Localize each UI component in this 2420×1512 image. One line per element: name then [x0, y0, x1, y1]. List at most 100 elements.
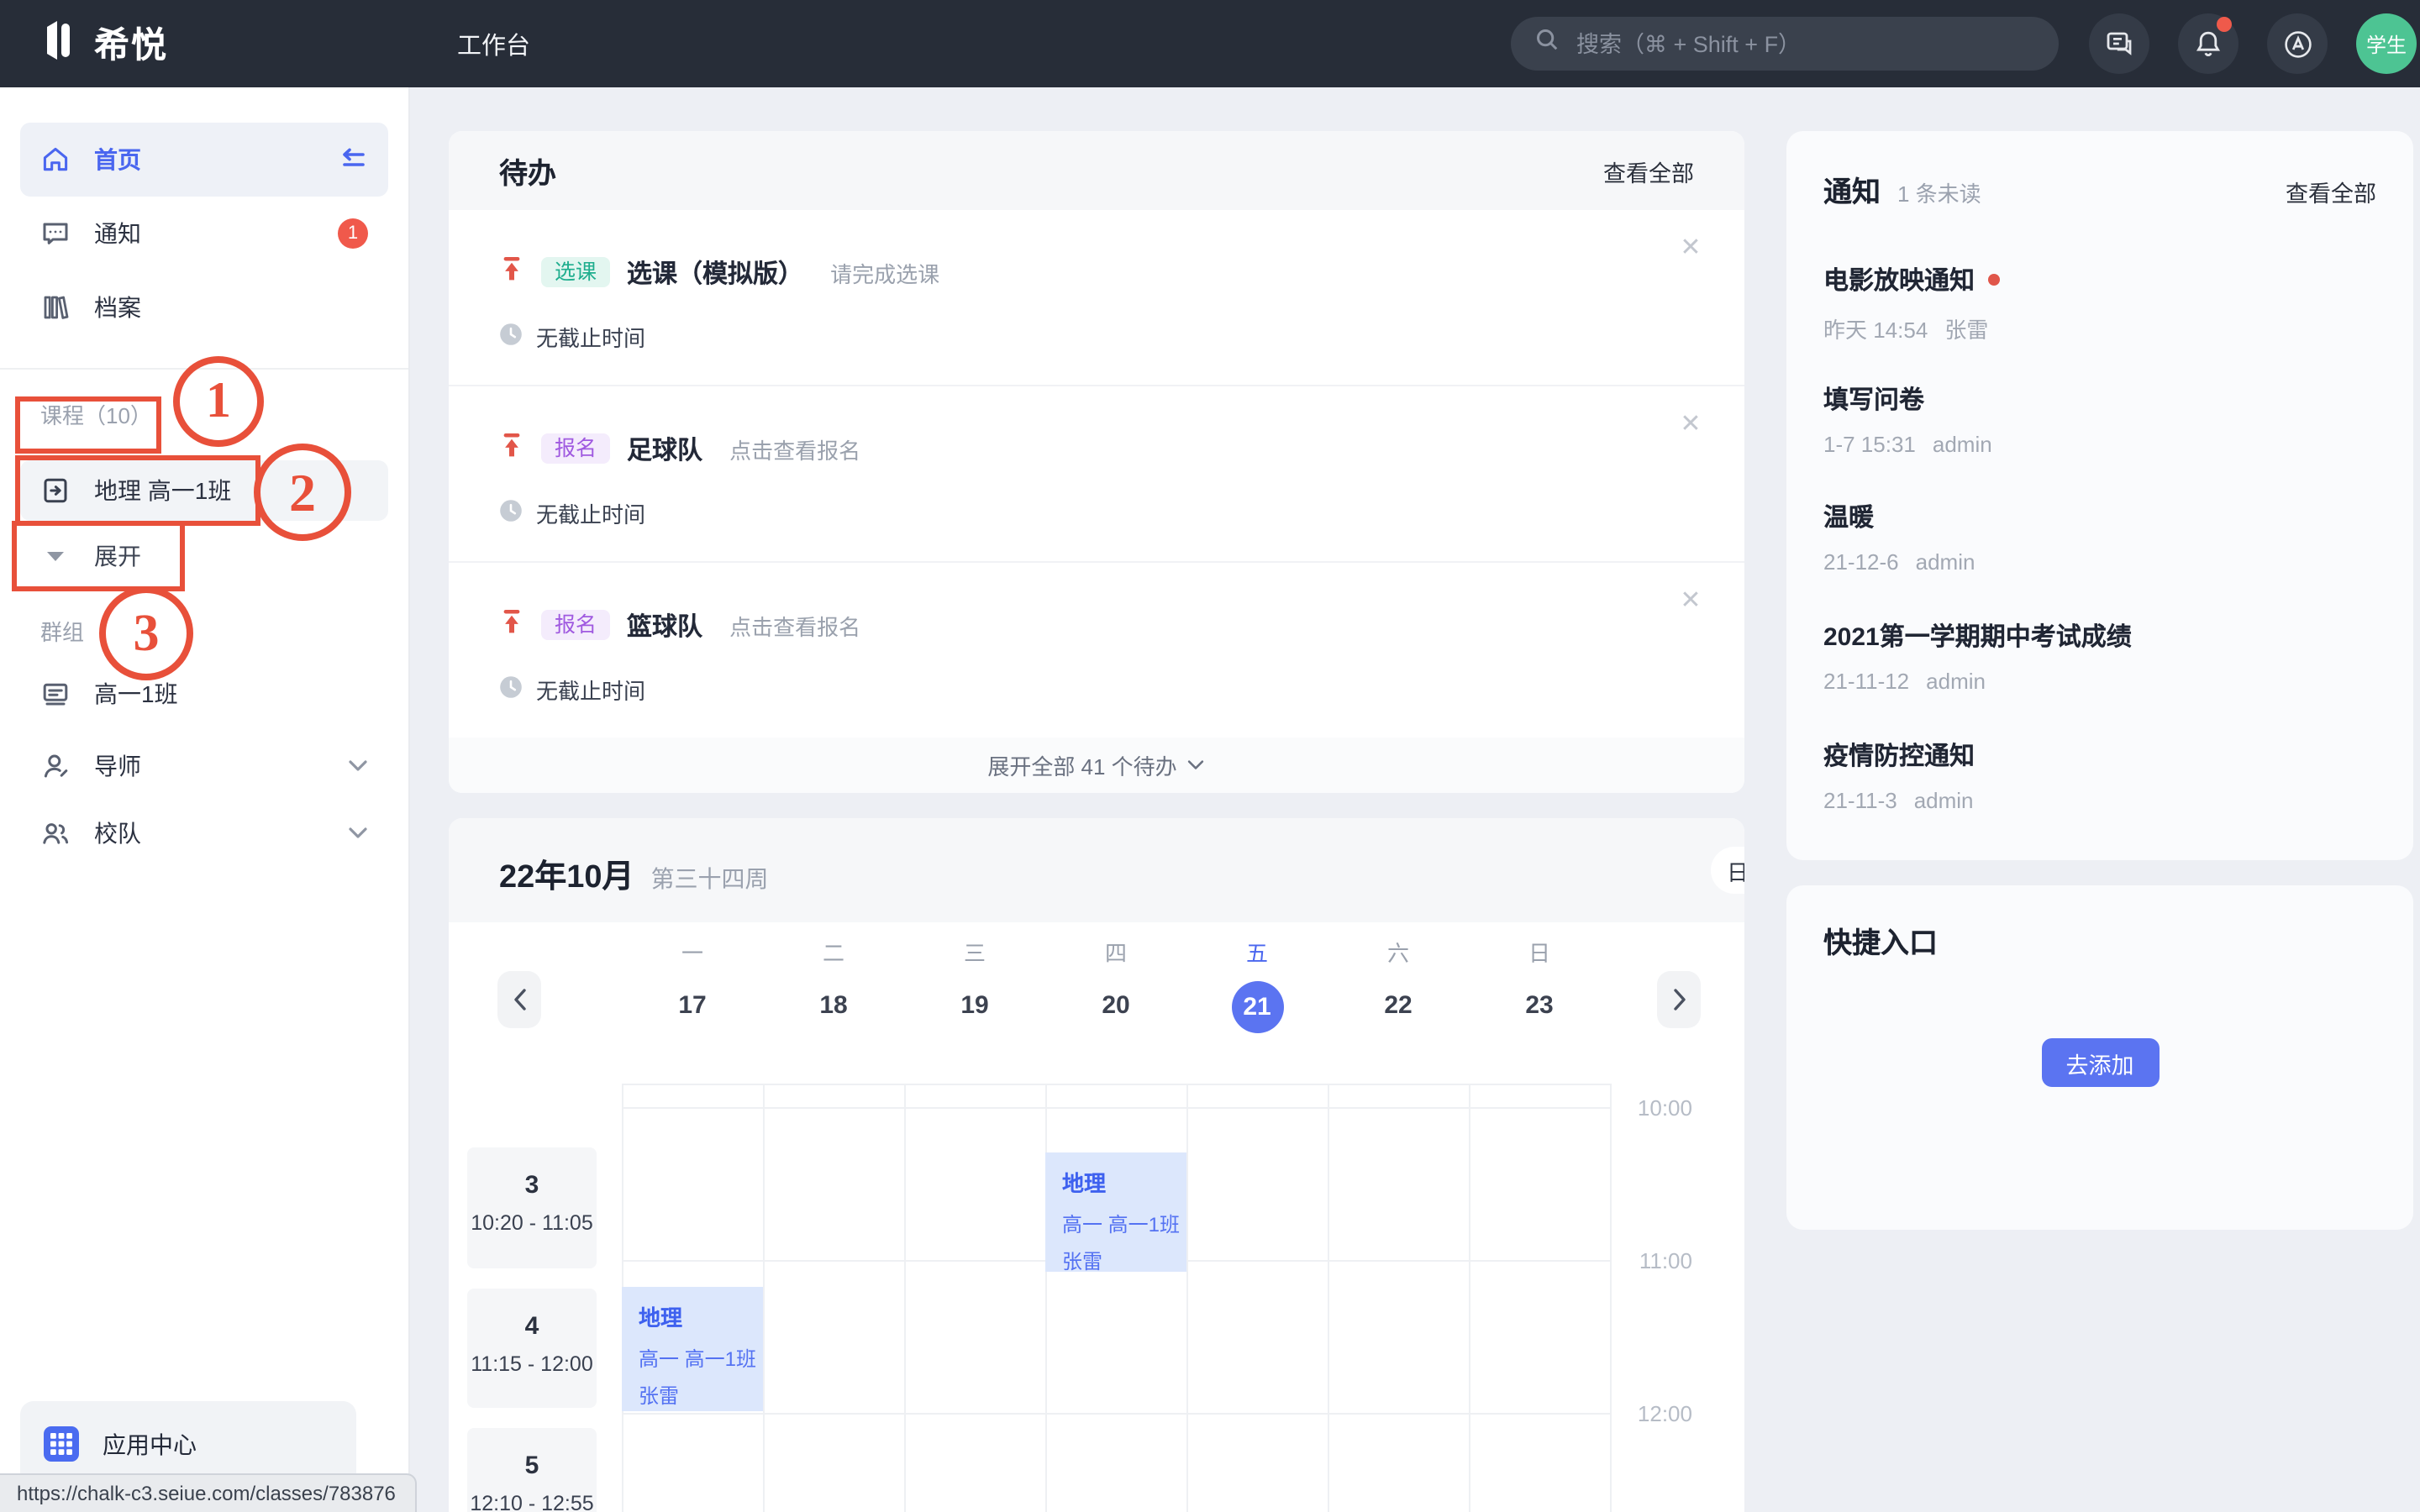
dow-label: 二	[763, 936, 904, 968]
todo-item-1[interactable]: 选课 选课（模拟版） 请完成选课 ✕ 无截止时间	[449, 210, 1744, 386]
date-label: 22	[1328, 991, 1469, 1020]
app-root: 希悦 工作台 学生	[0, 0, 2420, 1512]
language-button[interactable]	[2267, 13, 2328, 74]
notification-author: admin	[1916, 549, 1975, 575]
annotation-circle-2: 2	[254, 444, 351, 541]
shortcuts-card: 快捷入口 去添加	[1786, 885, 2413, 1230]
sidebar-item-group-class1-label: 高一1班	[94, 677, 178, 711]
prev-week-button[interactable]	[497, 971, 541, 1028]
calendar-event-geo-thu[interactable]: 地理 高一 高一1班 张雷	[1045, 1152, 1186, 1272]
sidebar-item-notice-label: 通知	[94, 217, 141, 250]
todo-item-2[interactable]: 报名 足球队 点击查看报名 ✕ 无截止时间	[449, 386, 1744, 563]
todo-item-desc: 请完成选课	[830, 256, 939, 288]
notification-title: 填写问卷	[1823, 381, 1924, 417]
day-col-sun[interactable]: 日 23	[1469, 936, 1610, 1020]
add-shortcut-button[interactable]: 去添加	[2041, 1038, 2159, 1087]
sidebar-item-notice[interactable]: 通知 1	[20, 200, 388, 267]
team-chevron-down-icon[interactable]	[348, 827, 368, 840]
todo-tag: 报名	[541, 433, 610, 465]
pin-icon	[499, 607, 524, 643]
sidebar-item-group-class1[interactable]: 高一1班	[20, 664, 388, 724]
dow-label: 五	[1186, 936, 1328, 968]
day-col-mon[interactable]: 一 17	[622, 936, 763, 1020]
notification-title: 温暖	[1823, 499, 1874, 534]
notification-item-2[interactable]: 填写问卷 1-7 15:31 admin	[1823, 381, 2376, 472]
search-input[interactable]	[1573, 29, 2035, 58]
grid-line	[904, 1084, 906, 1512]
tab-workspace[interactable]: 工作台	[457, 0, 530, 87]
search-icon	[1534, 27, 1560, 60]
notification-time: 21-11-12	[1823, 669, 1909, 694]
grid-line	[1328, 1084, 1329, 1512]
collapse-sidebar-icon[interactable]	[334, 146, 368, 173]
notification-item-1[interactable]: 电影放映通知 昨天 14:54 张雷	[1823, 262, 2376, 353]
date-label: 20	[1045, 991, 1186, 1020]
day-col-fri-today[interactable]: 五 21	[1186, 936, 1328, 1033]
calendar-header: 22年10月 第三十四周 日 周 校历 导出 创建	[449, 818, 1744, 922]
notification-item-5[interactable]: 疫情防控通知 21-11-3 admin	[1823, 738, 2376, 828]
day-col-tue[interactable]: 二 18	[763, 936, 904, 1020]
notification-item-3[interactable]: 温暖 21-12-6 admin	[1823, 499, 2376, 590]
annotation-number-2: 2	[289, 461, 316, 523]
mentor-person-icon	[40, 751, 71, 781]
team-people-icon	[40, 818, 71, 848]
notification-time: 21-11-3	[1823, 788, 1897, 813]
topbar: 希悦 工作台 学生	[0, 0, 2420, 87]
next-week-button[interactable]	[1657, 971, 1701, 1028]
notification-time: 昨天 14:54	[1823, 312, 1928, 344]
annotation-box-courses	[15, 396, 161, 454]
brand-logo-icon	[44, 18, 81, 70]
close-icon[interactable]: ✕	[1674, 583, 1707, 617]
grid-line	[622, 1107, 1610, 1109]
annotation-circle-3: 3	[99, 586, 193, 680]
period-number: 3	[467, 1171, 597, 1200]
todo-item-title: 篮球队	[627, 607, 702, 643]
period-number: 4	[467, 1312, 597, 1341]
todo-view-all-link[interactable]: 查看全部	[1603, 154, 1694, 187]
period-time: 10:20 - 11:05	[467, 1211, 597, 1235]
mentor-chevron-down-icon[interactable]	[348, 759, 368, 773]
pin-icon	[499, 255, 524, 290]
notification-title: 疫情防控通知	[1823, 738, 1975, 773]
brand-logo-text: 希悦	[94, 18, 168, 69]
todo-expand-all-button[interactable]: 展开全部 41 个待办	[449, 738, 1744, 793]
annotation-circle-1: 1	[173, 356, 264, 447]
brand-logo[interactable]: 希悦	[44, 0, 168, 87]
grid-line	[622, 1413, 1610, 1415]
annotation-box-expand	[12, 521, 185, 591]
todo-item-3[interactable]: 报名 篮球队 点击查看报名 ✕ 无截止时间	[449, 563, 1744, 738]
close-icon[interactable]: ✕	[1674, 407, 1707, 440]
avatar[interactable]: 学生	[2356, 13, 2417, 74]
grid-line	[1186, 1084, 1188, 1512]
notifications-button[interactable]	[2178, 13, 2238, 74]
notice-badge: 1	[338, 218, 368, 249]
sidebar-item-mentor[interactable]: 导师	[20, 732, 388, 800]
day-col-wed[interactable]: 三 19	[904, 936, 1045, 1020]
messages-button[interactable]	[2089, 13, 2149, 74]
sidebar-item-home[interactable]: 首页	[20, 123, 388, 197]
notifications-view-all-link[interactable]: 查看全部	[2286, 175, 2376, 208]
event-teacher: 张雷	[1062, 1247, 1180, 1275]
sidebar-item-archive[interactable]: 档案	[20, 274, 388, 341]
calendar-event-geo-mon[interactable]: 地理 高一 高一1班 张雷	[622, 1287, 763, 1411]
view-day-option[interactable]: 日	[1713, 848, 1744, 893]
todo-card: 待办 查看全部 选课 选课（模拟版） 请完成选课 ✕ 无截止时间	[449, 131, 1744, 793]
chevron-down-icon	[1187, 759, 1206, 771]
notification-author: admin	[1914, 788, 1974, 813]
notification-author: 张雷	[1944, 312, 1988, 344]
notification-item-4[interactable]: 2021第一学期期中考试成绩 21-11-12 admin	[1823, 618, 2376, 709]
todo-item-desc: 点击查看报名	[729, 609, 860, 641]
home-icon	[40, 144, 71, 175]
date-label: 18	[763, 991, 904, 1020]
notifications-card: 通知 1 条未读 查看全部 电影放映通知 昨天 14:54 张雷 填写问卷 1-…	[1786, 131, 2413, 860]
close-icon[interactable]: ✕	[1674, 230, 1707, 264]
sidebar-section-groups: 群组	[40, 617, 408, 650]
sidebar-item-team[interactable]: 校队	[20, 800, 388, 867]
todo-item-title: 足球队	[627, 431, 702, 466]
global-search[interactable]	[1511, 17, 2059, 71]
day-col-sat[interactable]: 六 22	[1328, 936, 1469, 1020]
day-col-thu[interactable]: 四 20	[1045, 936, 1186, 1020]
clock-icon	[499, 323, 523, 351]
calendar-day-header: 一 17 二 18 三 19 四 20 五 21 六 22	[449, 922, 1744, 1084]
date-label-today: 21	[1231, 981, 1283, 1033]
